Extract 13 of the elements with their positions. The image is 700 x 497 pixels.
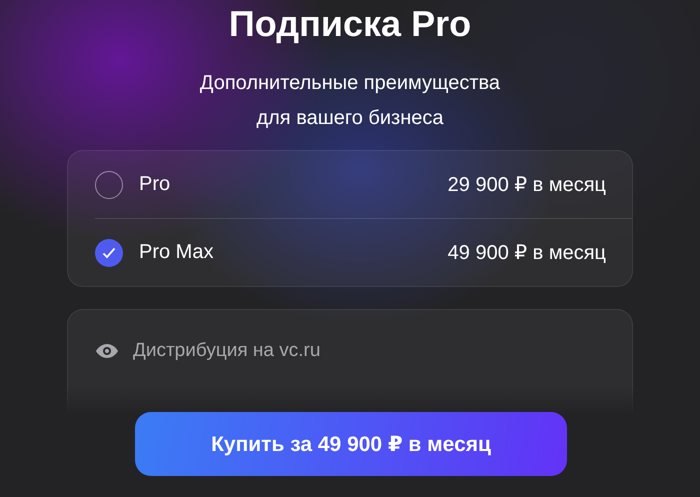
subtitle: Дополнительные преимущества [200, 71, 500, 96]
plan-price: 29 900 ₽ в месяц [448, 173, 606, 197]
feature-label: Дистрибуция на vc.ru [133, 340, 320, 362]
subtitle: для вашего бизнеса [255, 106, 445, 131]
plan-radio[interactable] [95, 238, 123, 266]
plan-name: Pro [139, 173, 172, 196]
plan-name: Pro Max [139, 241, 214, 264]
page-title: Подписка Pro [228, 2, 472, 46]
buy-button[interactable]: Купить за 49 900 ₽ в месяц [135, 412, 567, 476]
check-icon [102, 246, 116, 258]
eye-icon [95, 343, 119, 359]
plan-radio[interactable] [95, 170, 123, 198]
plan-price: 49 900 ₽ в месяц [448, 241, 606, 265]
